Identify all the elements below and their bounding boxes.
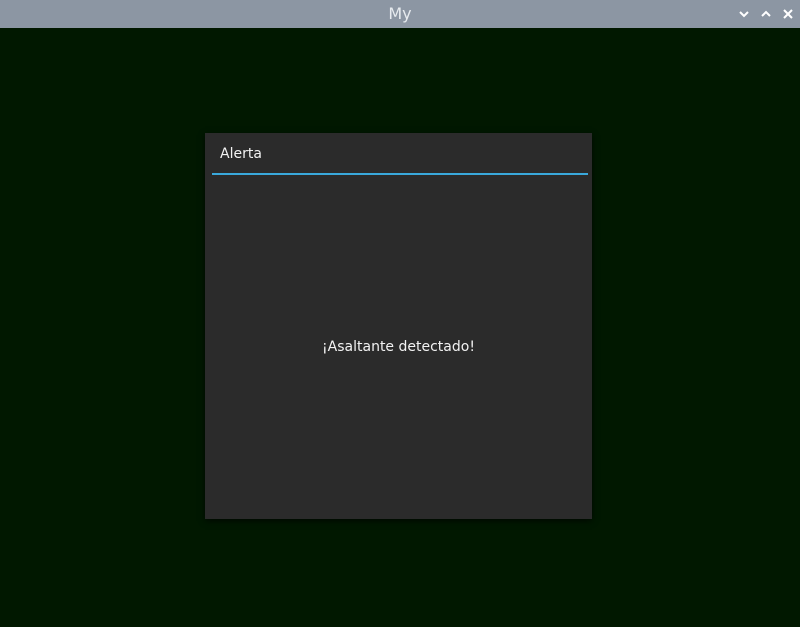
- close-button[interactable]: [780, 6, 796, 22]
- window-title: My: [388, 4, 412, 23]
- maximize-button[interactable]: [758, 6, 774, 22]
- close-icon: [783, 9, 793, 19]
- window-controls: [736, 0, 796, 28]
- chevron-up-icon: [761, 10, 771, 17]
- app-window: My Alerta ¡Asaltante detectado!: [0, 0, 800, 627]
- popup-content: ¡Asaltante detectado!: [205, 175, 592, 519]
- popup-message: ¡Asaltante detectado!: [322, 339, 475, 355]
- minimize-button[interactable]: [736, 6, 752, 22]
- title-bar[interactable]: My: [0, 0, 800, 28]
- chevron-down-icon: [739, 11, 749, 18]
- popup-title: Alerta: [220, 146, 262, 162]
- alert-popup: Alerta ¡Asaltante detectado!: [205, 133, 592, 519]
